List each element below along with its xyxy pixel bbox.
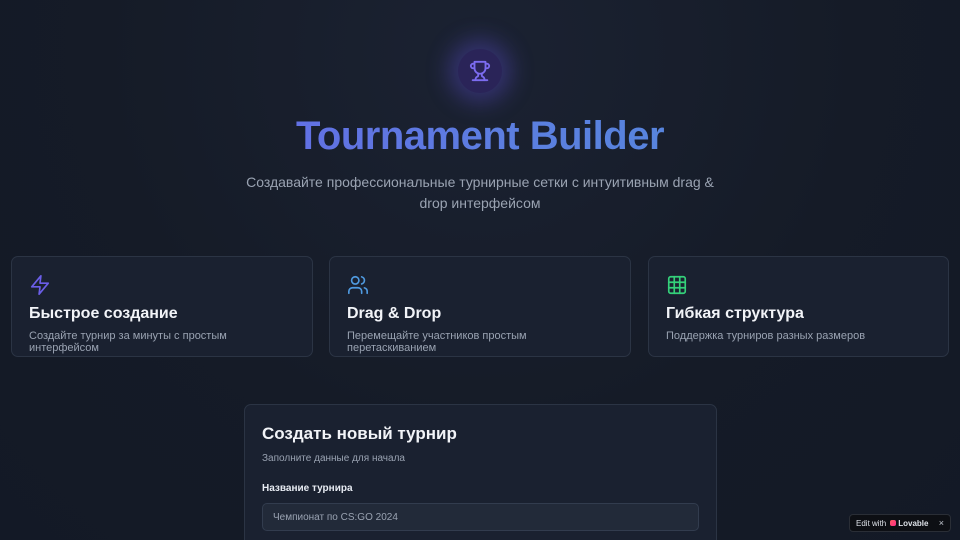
feature-description: Перемещайте участников простым перетаски…: [347, 330, 527, 354]
close-icon[interactable]: ×: [939, 518, 944, 528]
users-icon: [348, 275, 368, 295]
tournament-name-label: Название турнира: [262, 483, 353, 494]
feature-description: Поддержка турниров разных размеров: [666, 330, 866, 342]
create-tournament-card: Создать новый турнир Заполните данные дл…: [244, 404, 717, 540]
landing-page: Tournament Builder Создавайте профессион…: [0, 0, 960, 540]
form-title: Создать новый турнир: [262, 424, 457, 443]
logo-badge: [458, 49, 502, 93]
tournament-name-input[interactable]: [262, 503, 699, 531]
feature-title: Быстрое создание: [29, 305, 178, 322]
edit-with-lovable-badge[interactable]: Edit with Lovable ×: [849, 514, 951, 532]
feature-card-drag-drop: Drag & Drop Перемещайте участников прост…: [329, 256, 631, 357]
page-subtitle: Создавайте профессиональные турнирные се…: [246, 174, 714, 211]
badge-brand: Lovable: [898, 518, 929, 528]
badge-prefix: Edit with: [856, 518, 887, 528]
form-subtitle: Заполните данные для начала: [262, 453, 405, 464]
feature-title: Гибкая структура: [666, 305, 804, 322]
zap-icon: [30, 275, 50, 295]
page-title: Tournament Builder: [0, 114, 960, 159]
feature-card-flexible-structure: Гибкая структура Поддержка турниров разн…: [648, 256, 949, 357]
feature-description: Создайте турнир за минуты с простым инте…: [29, 330, 227, 354]
feature-card-fast-create: Быстрое создание Создайте турнир за мину…: [11, 256, 313, 357]
feature-title: Drag & Drop: [347, 305, 442, 322]
trophy-icon: [469, 60, 491, 82]
lovable-heart-icon: [890, 520, 897, 526]
grid-icon: [667, 275, 687, 295]
